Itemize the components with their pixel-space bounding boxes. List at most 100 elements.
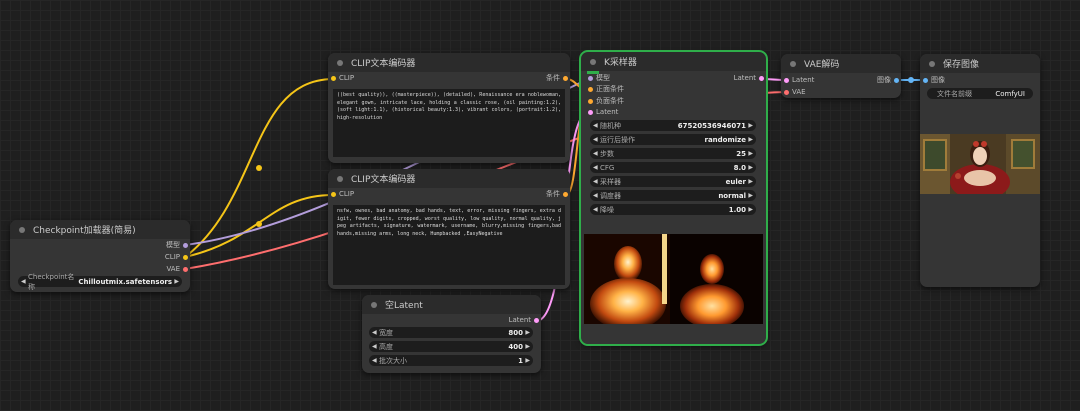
arrow-left-icon[interactable]: ◀ <box>372 343 377 350</box>
arrow-right-icon[interactable]: ▶ <box>525 343 530 350</box>
collapse-dot-icon[interactable] <box>337 175 343 182</box>
vae-port-icon[interactable] <box>183 267 188 272</box>
control-after-generate-widget[interactable]: ◀ 运行后操作 randomize ▶ <box>590 134 756 145</box>
node-header[interactable]: 空Latent <box>362 295 541 314</box>
collapse-dot-icon[interactable] <box>19 226 25 233</box>
vae-port-icon[interactable] <box>784 90 789 95</box>
arrow-left-icon[interactable]: ◀ <box>593 206 598 213</box>
cfg-widget[interactable]: ◀ CFG 8.0 ▶ <box>590 162 756 173</box>
node-title: CLIP文本编码器 <box>351 59 416 69</box>
node-title: K采样器 <box>604 58 637 68</box>
image-port-icon[interactable] <box>894 78 899 83</box>
output-conditioning[interactable]: 条件 <box>546 74 568 83</box>
arrow-left-icon[interactable]: ◀ <box>593 178 598 185</box>
arrow-left-icon[interactable]: ◀ <box>593 192 598 199</box>
seed-widget[interactable]: ◀ 随机种 675205369460​71 ▶ <box>590 120 756 131</box>
arrow-right-icon[interactable]: ▶ <box>525 329 530 336</box>
collapse-dot-icon[interactable] <box>590 58 596 65</box>
arrow-left-icon[interactable]: ◀ <box>593 150 598 157</box>
output-vae[interactable]: VAE <box>166 265 188 274</box>
steps-widget[interactable]: ◀ 步数 25 ▶ <box>590 148 756 159</box>
conditioning-port-icon[interactable] <box>588 99 593 104</box>
clip-port-icon[interactable] <box>331 76 336 81</box>
output-model[interactable]: 模型 <box>166 241 188 250</box>
collapse-dot-icon[interactable] <box>337 59 343 66</box>
arrow-right-icon[interactable]: ▶ <box>748 122 753 129</box>
input-image[interactable]: 图像 <box>923 76 945 85</box>
arrow-left-icon[interactable]: ◀ <box>593 164 598 171</box>
arrow-left-icon[interactable]: ◀ <box>593 122 598 129</box>
sampler-widget[interactable]: ◀ 采样器 euler ▶ <box>590 176 756 187</box>
node-title: Checkpoint加载器(简易) <box>33 226 136 236</box>
node-header[interactable]: K采样器 <box>581 52 766 71</box>
output-latent[interactable]: Latent <box>734 74 764 83</box>
arrow-right-icon[interactable]: ▶ <box>748 206 753 213</box>
node-title: 空Latent <box>385 301 423 311</box>
image-port-icon[interactable] <box>923 78 928 83</box>
denoise-widget[interactable]: ◀ 降噪 1.00 ▶ <box>590 204 756 215</box>
collapse-dot-icon[interactable] <box>790 60 796 67</box>
latent-preview-image <box>584 234 763 324</box>
model-port-icon[interactable] <box>588 76 593 81</box>
arrow-left-icon[interactable]: ◀ <box>372 357 377 364</box>
model-port-icon[interactable] <box>183 243 188 248</box>
clip-text-encode-negative-node[interactable]: CLIP文本编码器 CLIP 条件 nsfw, ownes, bad anato… <box>328 169 570 289</box>
prompt-textarea[interactable]: nsfw, ownes, bad anatomy, bad hands, tex… <box>333 205 565 285</box>
scheduler-widget[interactable]: ◀ 调度器 normal ▶ <box>590 190 756 201</box>
latent-port-icon[interactable] <box>784 78 789 83</box>
input-model[interactable]: 模型 <box>588 74 610 83</box>
arrow-right-icon[interactable]: ▶ <box>748 150 753 157</box>
ckpt-name-combo[interactable]: ◀ Checkpoint名称 Chilloutmix.safetensors ▶ <box>18 273 182 291</box>
arrow-right-icon[interactable]: ▶ <box>525 357 530 364</box>
filename-prefix-field[interactable]: 文件名前缀 ComfyUI <box>927 88 1033 99</box>
collapse-dot-icon[interactable] <box>371 301 377 308</box>
conditioning-port-icon[interactable] <box>588 87 593 92</box>
arrow-right-icon[interactable]: ▶ <box>748 178 753 185</box>
save-image-node[interactable]: 保存图像 图像 文件名前缀 ComfyUI <box>920 54 1040 287</box>
output-latent[interactable]: Latent <box>509 316 539 325</box>
width-widget[interactable]: ◀ 宽度 800 ▶ <box>369 327 533 338</box>
input-negative[interactable]: 负面条件 <box>588 97 624 106</box>
clip-port-icon[interactable] <box>183 255 188 260</box>
height-widget[interactable]: ◀ 高度 400 ▶ <box>369 341 533 352</box>
ksampler-node[interactable]: K采样器 模型 正面条件 负面条件 Latent Latent ◀ 随机种 6752… <box>579 50 768 346</box>
arrow-left-icon[interactable]: ◀ <box>372 329 377 336</box>
input-latent[interactable]: Latent <box>784 76 814 85</box>
input-clip[interactable]: CLIP <box>331 190 354 199</box>
latent-port-icon[interactable] <box>588 110 593 115</box>
input-latent[interactable]: Latent <box>588 108 618 117</box>
prompt-textarea[interactable]: ((best quality)), ((masterpiece)), (deta… <box>333 89 565 157</box>
output-clip[interactable]: CLIP <box>165 253 188 262</box>
node-header[interactable]: 保存图像 <box>920 54 1040 73</box>
clip-port-icon[interactable] <box>331 192 336 197</box>
node-header[interactable]: CLIP文本编码器 <box>328 53 570 72</box>
conditioning-port-icon[interactable] <box>563 76 568 81</box>
node-title: CLIP文本编码器 <box>351 175 416 185</box>
arrow-left-icon[interactable]: ◀ <box>593 136 598 143</box>
arrow-right-icon[interactable]: ▶ <box>748 136 753 143</box>
empty-latent-node[interactable]: 空Latent Latent ◀ 宽度 800 ▶ ◀ 高度 400 ▶ ◀ 批次大小 1 ▶ <box>362 295 541 373</box>
conditioning-port-icon[interactable] <box>563 192 568 197</box>
latent-port-icon[interactable] <box>534 318 539 323</box>
input-clip[interactable]: CLIP <box>331 74 354 83</box>
node-header[interactable]: VAE解码 <box>781 54 901 73</box>
arrow-left-icon[interactable]: ◀ <box>21 278 26 285</box>
arrow-right-icon[interactable]: ▶ <box>748 164 753 171</box>
checkpoint-loader-node[interactable]: Checkpoint加载器(简易) 模型 CLIP VAE ◀ Checkpoi… <box>10 220 190 292</box>
input-positive[interactable]: 正面条件 <box>588 85 624 94</box>
node-header[interactable]: Checkpoint加载器(简易) <box>10 220 190 239</box>
clip-text-encode-positive-node[interactable]: CLIP文本编码器 CLIP 条件 ((best quality)), ((ma… <box>328 53 570 163</box>
node-title: 保存图像 <box>943 60 980 70</box>
arrow-right-icon[interactable]: ▶ <box>174 278 179 285</box>
output-conditioning[interactable]: 条件 <box>546 190 568 199</box>
output-image-preview[interactable] <box>920 134 1040 194</box>
latent-port-icon[interactable] <box>759 76 764 81</box>
node-header[interactable]: CLIP文本编码器 <box>328 169 570 188</box>
collapse-dot-icon[interactable] <box>929 60 935 67</box>
output-image[interactable]: 图像 <box>877 76 899 85</box>
node-title: VAE解码 <box>804 60 840 70</box>
input-vae[interactable]: VAE <box>784 88 806 97</box>
arrow-right-icon[interactable]: ▶ <box>748 192 753 199</box>
batch-size-widget[interactable]: ◀ 批次大小 1 ▶ <box>369 355 533 366</box>
vae-decode-node[interactable]: VAE解码 Latent VAE 图像 <box>781 54 901 98</box>
